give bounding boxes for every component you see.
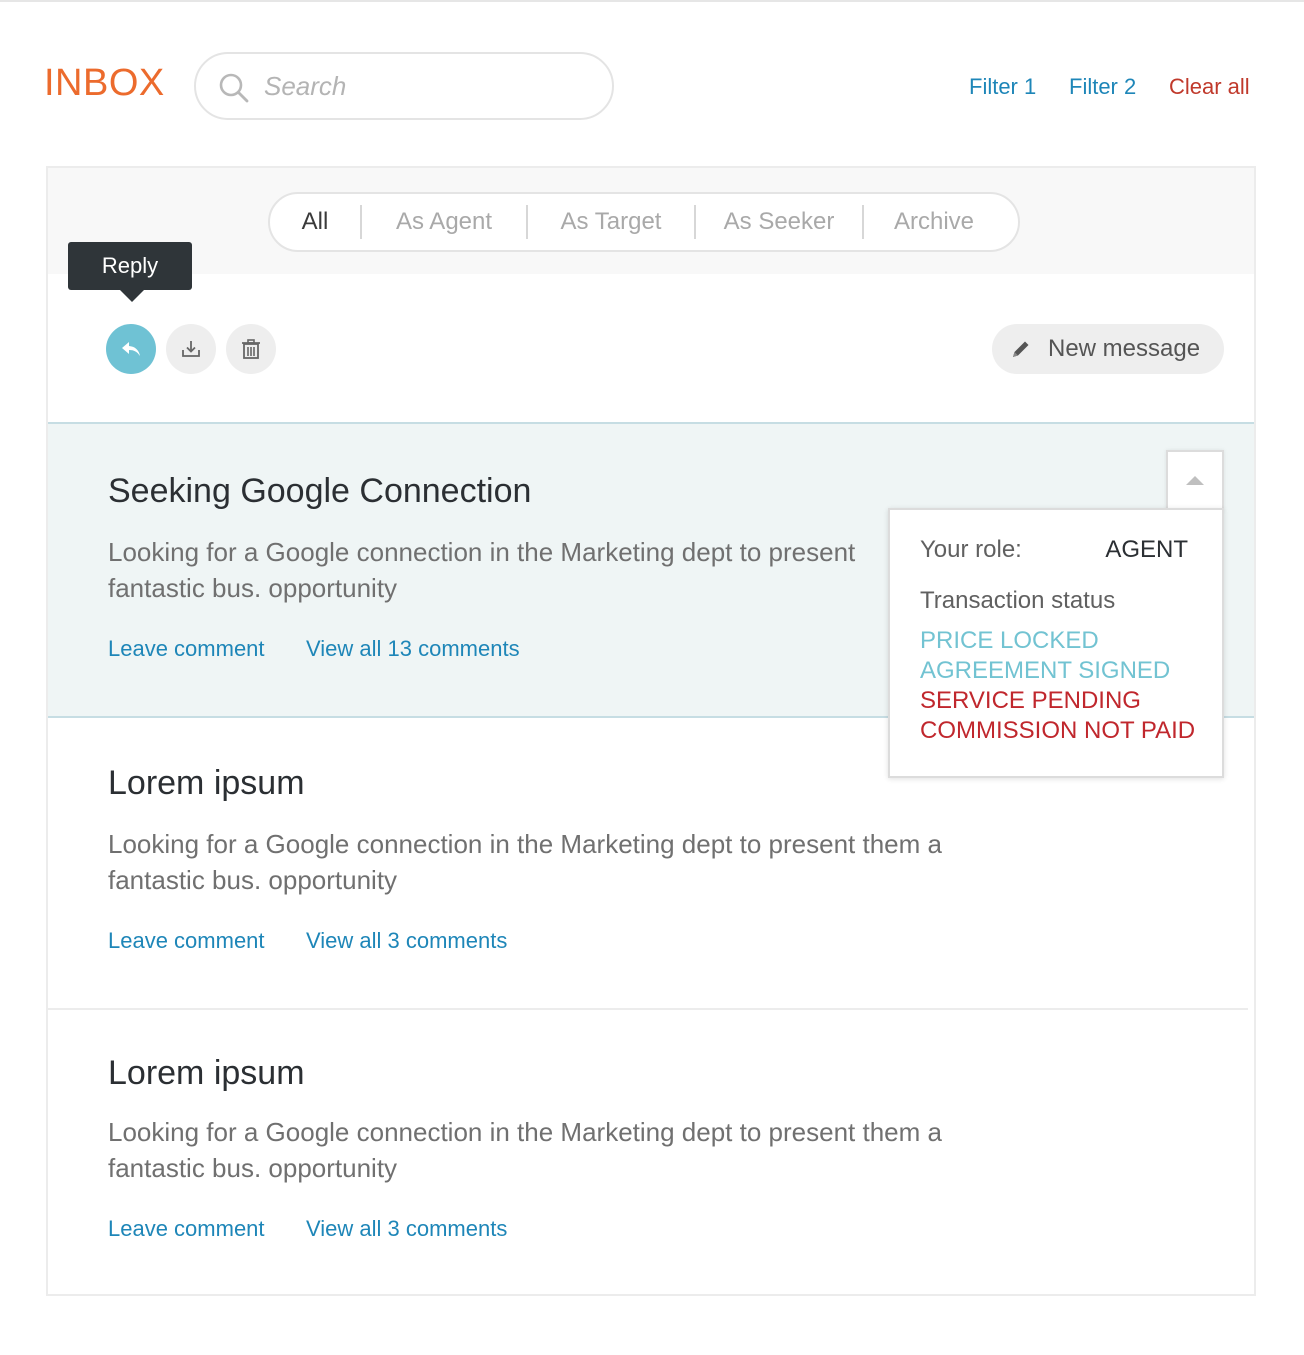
details-toggle[interactable] — [1166, 450, 1224, 512]
clear-all-link[interactable]: Clear all — [1169, 74, 1250, 100]
message-row[interactable]: Lorem ipsum Looking for a Google connect… — [48, 1010, 1254, 1294]
trash-icon — [242, 339, 260, 359]
role-value: AGENT — [1105, 536, 1188, 563]
status-service-pending: SERVICE PENDING — [920, 687, 1141, 714]
message-body-line: Looking for a Google connection in the M… — [108, 1117, 942, 1147]
new-message-label: New message — [1048, 335, 1201, 362]
status-price-locked: PRICE LOCKED — [920, 627, 1099, 654]
inbox-panel: All As Agent As Target As Seeker Archive… — [46, 166, 1256, 1296]
leave-comment-link[interactable]: Leave comment — [108, 928, 265, 954]
view-comments-link[interactable]: View all 13 comments — [306, 636, 520, 662]
download-button[interactable] — [166, 324, 216, 374]
leave-comment-link[interactable]: Leave comment — [108, 636, 265, 662]
reply-tooltip: Reply — [68, 242, 192, 302]
message-body-line: Looking for a Google connection in the M… — [108, 829, 942, 859]
new-message-button[interactable]: New message — [992, 324, 1224, 374]
status-agreement-signed: AGREEMENT SIGNED — [920, 657, 1171, 684]
view-comments-link[interactable]: View all 3 comments — [306, 928, 507, 954]
delete-button[interactable] — [226, 324, 276, 374]
search-input[interactable] — [264, 64, 594, 108]
top-border — [0, 0, 1304, 2]
filter-2-link[interactable]: Filter 2 — [1069, 74, 1136, 100]
status-commission-not-paid: COMMISSION NOT PAID — [920, 717, 1196, 744]
tab-as-target[interactable]: As Target — [528, 207, 694, 237]
filter-1-link[interactable]: Filter 1 — [969, 74, 1036, 100]
transaction-details-popover: Your role: AGENT Transaction status PRIC… — [888, 508, 1224, 778]
search-box[interactable] — [194, 52, 614, 120]
tab-bar: All As Agent As Target As Seeker Archive — [48, 168, 1254, 274]
view-comments-link[interactable]: View all 3 comments — [306, 1216, 507, 1242]
message-title: Seeking Google Connection — [108, 472, 532, 510]
page-title: INBOX — [44, 62, 165, 104]
reply-button[interactable] — [106, 324, 156, 374]
caret-up-icon — [1186, 476, 1204, 485]
tab-as-agent[interactable]: As Agent — [362, 207, 526, 237]
reply-icon — [122, 342, 140, 356]
message-body-line: fantastic bus. opportunity — [108, 1153, 398, 1183]
transaction-status-label: Transaction status — [920, 587, 1116, 614]
tab-archive[interactable]: Archive — [864, 207, 1004, 237]
message-title: Lorem ipsum — [108, 1054, 305, 1092]
download-icon — [182, 341, 200, 357]
role-label: Your role: — [920, 536, 1022, 563]
tab-as-seeker[interactable]: As Seeker — [696, 207, 862, 237]
leave-comment-link[interactable]: Leave comment — [108, 1216, 265, 1242]
message-body-line: fantastic bus. opportunity — [108, 573, 398, 603]
search-icon — [219, 73, 249, 103]
tab-all[interactable]: All — [270, 207, 360, 237]
message-body-line: Looking for a Google connection in the M… — [108, 537, 856, 567]
message-title: Lorem ipsum — [108, 764, 305, 802]
tab-group: All As Agent As Target As Seeker Archive — [268, 192, 1020, 252]
pencil-icon — [1013, 341, 1029, 357]
message-body-line: fantastic bus. opportunity — [108, 865, 398, 895]
